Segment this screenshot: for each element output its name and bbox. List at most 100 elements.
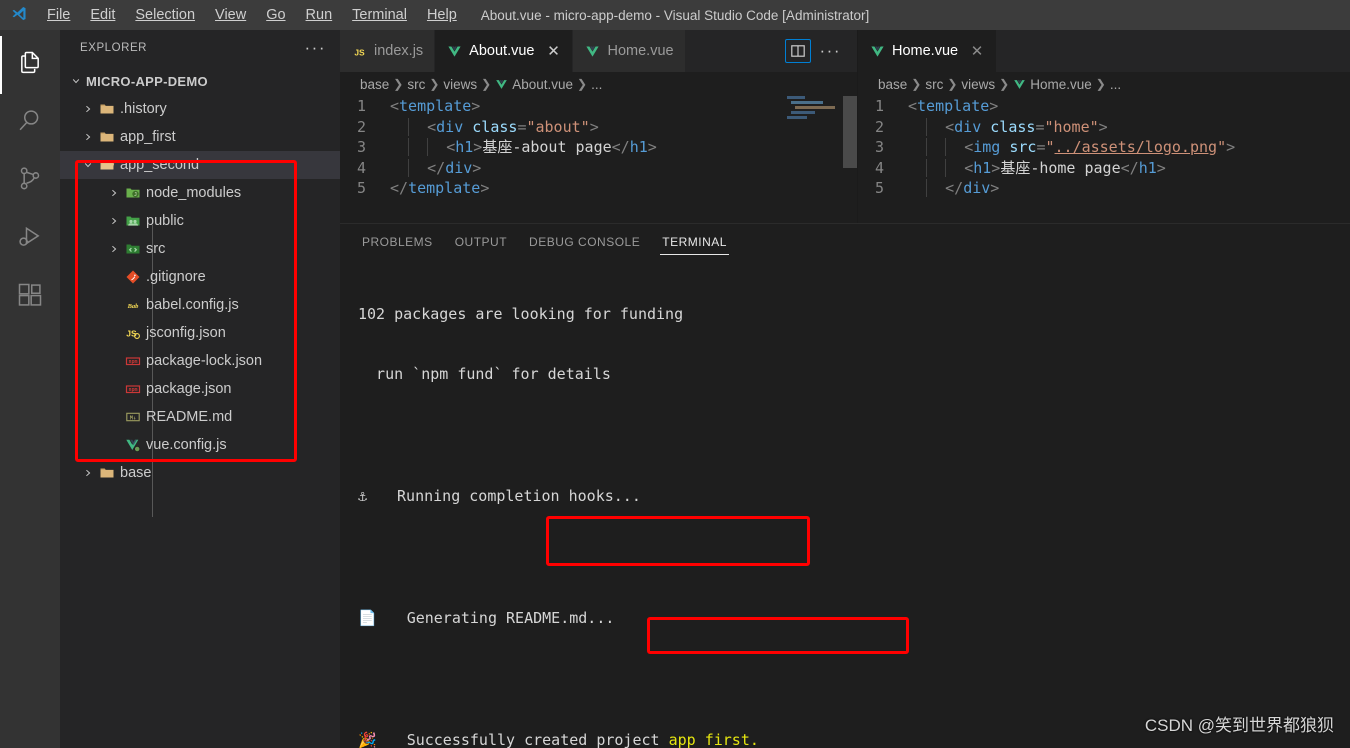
chevron-right-icon: ❯ <box>999 77 1010 91</box>
activity-item-explorer[interactable] <box>0 36 60 94</box>
js-config-icon: JS <box>122 325 144 341</box>
chevron-right-icon: ❯ <box>947 77 958 91</box>
menu-view-label: View <box>215 7 247 23</box>
tree-item-history[interactable]: .history <box>60 95 340 123</box>
menu-selection[interactable]: Selection <box>126 4 204 26</box>
editor-scrollbar-left[interactable] <box>843 96 857 223</box>
menu-terminal[interactable]: Terminal <box>343 4 416 26</box>
tree-item-jsconfig[interactable]: JS jsconfig.json <box>60 319 340 347</box>
terminal-line-text: Generating README.md... <box>406 609 615 628</box>
menu-bar[interactable]: File Edit Selection View Go Run Terminal… <box>38 4 466 26</box>
breadcrumb-item[interactable]: Home.vue <box>1030 77 1092 92</box>
activity-item-source-control[interactable] <box>0 152 60 210</box>
tree-item-readme[interactable]: M↓ README.md <box>60 403 340 431</box>
breadcrumb-item[interactable]: base <box>360 77 389 92</box>
activity-item-extensions[interactable] <box>0 268 60 326</box>
public-folder-icon <box>122 213 144 229</box>
code-line: 1 <template> <box>340 96 857 117</box>
extensions-icon <box>16 281 44 314</box>
babel-icon: Bab <box>122 297 144 313</box>
tab-debug-console[interactable]: DEBUG CONSOLE <box>527 224 642 259</box>
tree-item-app-second[interactable]: app_second <box>60 151 340 179</box>
editor-group-left: JS index.js About.vue ✕ Home.vue ··· bas… <box>340 30 858 223</box>
tree-item-label: babel.config.js <box>146 297 239 313</box>
vue-icon <box>446 44 463 59</box>
tree-item-node-modules[interactable]: J node_modules <box>60 179 340 207</box>
tree-item-public[interactable]: public <box>60 207 340 235</box>
breadcrumb-item[interactable]: About.vue <box>512 77 573 92</box>
ellipsis-icon[interactable]: ··· <box>297 39 334 56</box>
split-editor-icon[interactable] <box>784 39 811 63</box>
tab-problems[interactable]: PROBLEMS <box>360 224 435 259</box>
terminal-output[interactable]: 102 packages are looking for funding run… <box>340 259 1350 748</box>
tree-item-app-first[interactable]: app_first <box>60 123 340 151</box>
search-icon <box>16 107 44 140</box>
ellipsis-icon[interactable]: ··· <box>814 42 847 59</box>
breadcrumb-item: ... <box>591 76 603 92</box>
menu-selection-label: Selection <box>135 7 196 23</box>
file-tree[interactable]: MICRO-APP-DEMO .history app_first app_se… <box>60 65 340 748</box>
tab-terminal[interactable]: TERMINAL <box>660 224 729 259</box>
vscode-window: File Edit Selection View Go Run Terminal… <box>0 0 1350 748</box>
tab-about-vue[interactable]: About.vue ✕ <box>435 30 574 72</box>
minimap-line <box>791 101 823 104</box>
page-icon: 📄 <box>358 609 377 628</box>
tree-item-src[interactable]: src <box>60 235 340 263</box>
tree-item-package-lock[interactable]: npm package-lock.json <box>60 347 340 375</box>
activity-item-run-debug[interactable] <box>0 210 60 268</box>
line-number: 5 <box>356 179 366 197</box>
breadcrumb-right[interactable]: base ❯ src ❯ views ❯ Home.vue ❯ ... <box>858 72 1350 96</box>
code-editor-left[interactable]: 1 <template> 2 <div class="about"> 3 <h1… <box>340 96 857 223</box>
tree-item-label: package-lock.json <box>146 353 263 369</box>
watermark-text: CSDN @笑到世界都狼狈 <box>1144 716 1334 735</box>
chevron-right-icon <box>106 188 122 198</box>
breadcrumb-item[interactable]: base <box>878 77 907 92</box>
breadcrumb-item[interactable]: src <box>407 77 425 92</box>
breadcrumb-item[interactable]: src <box>925 77 943 92</box>
tree-item-package-json[interactable]: npm package.json <box>60 375 340 403</box>
folder-open-icon <box>96 157 118 173</box>
breadcrumb-item[interactable]: views <box>443 77 477 92</box>
svg-text:npm: npm <box>128 387 137 393</box>
code-line: 2 <div class="home"> <box>858 117 1350 138</box>
close-icon[interactable]: ✕ <box>545 42 561 60</box>
close-icon[interactable]: ✕ <box>969 42 985 60</box>
code-line: 4 <h1>基座-home page</h1> <box>858 158 1350 179</box>
tab-home-vue-right[interactable]: Home.vue ✕ <box>858 30 998 72</box>
code-editor-right[interactable]: 1 <template> 2 <div class="home"> 3 <img… <box>858 96 1350 223</box>
anchor-icon: ⚓ <box>358 487 368 506</box>
menu-run[interactable]: Run <box>297 4 342 26</box>
menu-view[interactable]: View <box>206 4 255 26</box>
menu-go[interactable]: Go <box>257 4 294 26</box>
code-text: <template> <box>908 97 999 115</box>
tree-item-vue-config[interactable]: vue.config.js <box>60 431 340 459</box>
tree-root-micro-app-demo[interactable]: MICRO-APP-DEMO <box>60 67 340 95</box>
code-line: 3 <img src="../assets/logo.png"> <box>858 137 1350 158</box>
tree-item-base[interactable]: base <box>60 459 340 487</box>
breadcrumb-left[interactable]: base ❯ src ❯ views ❯ About.vue ❯ ... <box>340 72 857 96</box>
tree-item-babel-config[interactable]: Bab babel.config.js <box>60 291 340 319</box>
editor-area: JS index.js About.vue ✕ Home.vue ··· bas… <box>340 30 1350 748</box>
tab-index-js[interactable]: JS index.js <box>340 30 436 72</box>
scrollbar-thumb[interactable] <box>843 96 857 168</box>
tree-item-label: src <box>146 241 166 257</box>
tab-output[interactable]: OUTPUT <box>453 224 509 259</box>
panel-tab-label: TERMINAL <box>662 234 727 249</box>
code-text: </div> <box>388 158 481 179</box>
chevron-right-icon: ❯ <box>911 77 922 91</box>
line-number: 1 <box>874 97 884 115</box>
menu-help[interactable]: Help <box>418 4 466 26</box>
activity-item-search[interactable] <box>0 94 60 152</box>
party-popper-icon: 🎉 <box>358 730 377 748</box>
menu-edit[interactable]: Edit <box>81 4 124 26</box>
sidebar-title: EXPLORER <box>80 41 148 54</box>
breadcrumb-item[interactable]: views <box>961 77 995 92</box>
vue-icon <box>495 78 508 91</box>
src-folder-icon <box>122 241 144 257</box>
menu-file[interactable]: File <box>38 4 79 26</box>
tree-item-gitignore[interactable]: .gitignore <box>60 263 340 291</box>
minimap[interactable] <box>781 96 843 223</box>
tab-home-vue-left[interactable]: Home.vue <box>573 30 686 72</box>
